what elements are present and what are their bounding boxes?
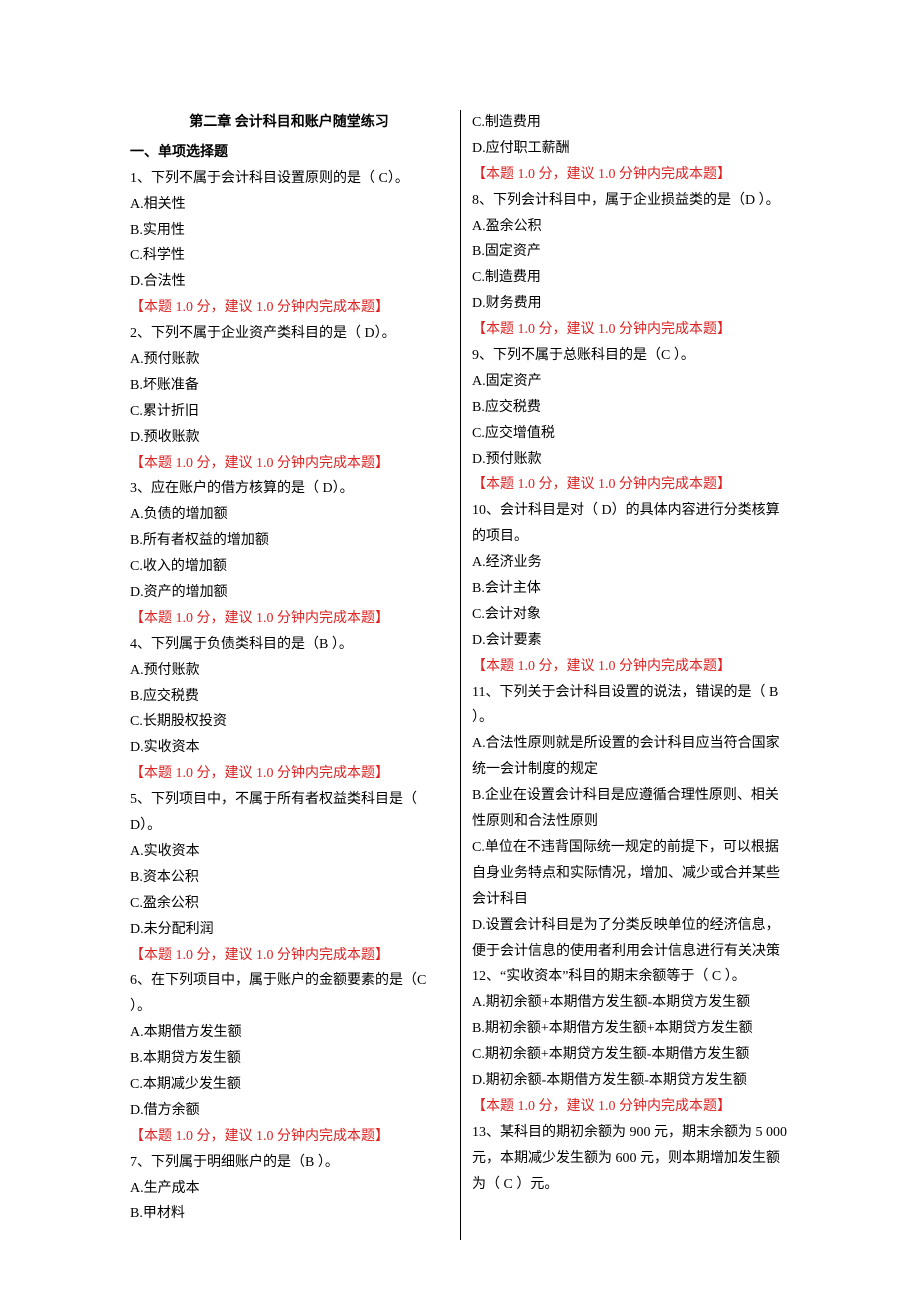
question-9-option-d: D.预付账款 <box>472 447 790 473</box>
question-8-option-b: B.固定资产 <box>472 239 790 265</box>
question-5-hint: 【本题 1.0 分，建议 1.0 分钟内完成本题】 <box>130 943 448 969</box>
question-6-option-b: B.本期贷方发生额 <box>130 1046 448 1072</box>
question-11-stem: 11、下列关于会计科目设置的说法，错误的是（ B ）。 <box>472 680 790 732</box>
question-11-option-d: D.设置会计科目是为了分类反映单位的经济信息，便于会计信息的使用者利用会计信息进… <box>472 913 790 965</box>
question-12-option-d: D.期初余额-本期借方发生额-本期贷方发生额 <box>472 1068 790 1094</box>
question-3-stem: 3、应在账户的借方核算的是（ D）。 <box>130 476 448 502</box>
question-6-option-c: C.本期减少发生额 <box>130 1072 448 1098</box>
question-2-option-a: A.预付账款 <box>130 347 448 373</box>
question-7-option-d: D.应付职工薪酬 <box>472 136 790 162</box>
question-5-option-c: C.盈余公积 <box>130 891 448 917</box>
question-1-option-c: C.科学性 <box>130 243 448 269</box>
question-4-stem: 4、下列属于负债类科目的是（B ）。 <box>130 632 448 658</box>
question-1-option-a: A.相关性 <box>130 192 448 218</box>
question-5-option-a: A.实收资本 <box>130 839 448 865</box>
question-9-option-c: C.应交增值税 <box>472 421 790 447</box>
question-12-stem: 12、“实收资本”科目的期末余额等于（ C ）。 <box>472 964 790 990</box>
question-11-option-a: A.合法性原则就是所设置的会计科目应当符合国家统一会计制度的规定 <box>472 731 790 783</box>
question-7-option-a: A.生产成本 <box>130 1176 448 1202</box>
question-4-option-a: A.预付账款 <box>130 658 448 684</box>
question-4-option-c: C.长期股权投资 <box>130 709 448 735</box>
question-5-option-b: B.资本公积 <box>130 865 448 891</box>
question-1-stem: 1、下列不属于会计科目设置原则的是（ C）。 <box>130 166 448 192</box>
question-7-option-b: B.甲材料 <box>130 1201 448 1227</box>
question-2-option-b: B.坏账准备 <box>130 373 448 399</box>
question-3-hint: 【本题 1.0 分，建议 1.0 分钟内完成本题】 <box>130 606 448 632</box>
question-5-stem: 5、下列项目中，不属于所有者权益类科目是（ D）。 <box>130 787 448 839</box>
question-3-option-b: B.所有者权益的增加额 <box>130 528 448 554</box>
question-10-option-a: A.经济业务 <box>472 550 790 576</box>
question-2-hint: 【本题 1.0 分，建议 1.0 分钟内完成本题】 <box>130 451 448 477</box>
question-9-option-a: A.固定资产 <box>472 369 790 395</box>
question-10-hint: 【本题 1.0 分，建议 1.0 分钟内完成本题】 <box>472 654 790 680</box>
page-content: 第二章 会计科目和账户随堂练习 一、单项选择题 1、下列不属于会计科目设置原则的… <box>130 110 790 1240</box>
question-9-hint: 【本题 1.0 分，建议 1.0 分钟内完成本题】 <box>472 472 790 498</box>
question-12-option-c: C.期初余额+本期贷方发生额-本期借方发生额 <box>472 1042 790 1068</box>
question-12-option-a: A.期初余额+本期借方发生额-本期贷方发生额 <box>472 990 790 1016</box>
question-12-option-b: B.期初余额+本期借方发生额+本期贷方发生额 <box>472 1016 790 1042</box>
question-13-stem: 13、某科目的期初余额为 900 元，期末余额为 5 000 元，本期减少发生额… <box>472 1120 790 1198</box>
question-7-hint: 【本题 1.0 分，建议 1.0 分钟内完成本题】 <box>472 162 790 188</box>
question-12-hint: 【本题 1.0 分，建议 1.0 分钟内完成本题】 <box>472 1094 790 1120</box>
question-7-stem: 7、下列属于明细账户的是（B ）。 <box>130 1150 448 1176</box>
question-1-hint: 【本题 1.0 分，建议 1.0 分钟内完成本题】 <box>130 295 448 321</box>
question-8-hint: 【本题 1.0 分，建议 1.0 分钟内完成本题】 <box>472 317 790 343</box>
question-2-option-c: C.累计折旧 <box>130 399 448 425</box>
question-2-option-d: D.预收账款 <box>130 425 448 451</box>
question-3-option-a: A.负债的增加额 <box>130 502 448 528</box>
question-11-option-c: C.单位在不违背国际统一规定的前提下，可以根据自身业务特点和实际情况，增加、减少… <box>472 835 790 913</box>
question-5-option-d: D.未分配利润 <box>130 917 448 943</box>
question-1-option-d: D.合法性 <box>130 269 448 295</box>
question-6-stem: 6、在下列项目中，属于账户的金额要素的是（C ）。 <box>130 968 448 1020</box>
question-8-option-a: A.盈余公积 <box>472 214 790 240</box>
section-heading: 一、单项选择题 <box>130 140 448 166</box>
question-11-option-b: B.企业在设置会计科目是应遵循合理性原则、相关性原则和合法性原则 <box>472 783 790 835</box>
question-8-stem: 8、下列会计科目中，属于企业损益类的是（D ）。 <box>472 188 790 214</box>
title-text: 第二章 会计科目和账户随堂练习 <box>189 115 389 130</box>
chapter-title: 第二章 会计科目和账户随堂练习 <box>130 110 448 136</box>
question-6-hint: 【本题 1.0 分，建议 1.0 分钟内完成本题】 <box>130 1124 448 1150</box>
question-10-stem: 10、会计科目是对（ D）的具体内容进行分类核算的项目。 <box>472 498 790 550</box>
section-heading-text: 一、单项选择题 <box>130 145 228 160</box>
question-3-option-c: C.收入的增加额 <box>130 554 448 580</box>
question-10-option-b: B.会计主体 <box>472 576 790 602</box>
question-1-option-b: B.实用性 <box>130 218 448 244</box>
question-3-option-d: D.资产的增加额 <box>130 580 448 606</box>
question-6-option-a: A.本期借方发生额 <box>130 1020 448 1046</box>
question-4-option-b: B.应交税费 <box>130 684 448 710</box>
question-10-option-c: C.会计对象 <box>472 602 790 628</box>
question-6-option-d: D.借方余额 <box>130 1098 448 1124</box>
question-8-option-d: D.财务费用 <box>472 291 790 317</box>
question-4-hint: 【本题 1.0 分，建议 1.0 分钟内完成本题】 <box>130 761 448 787</box>
question-9-stem: 9、下列不属于总账科目的是（C ）。 <box>472 343 790 369</box>
question-7-option-c: C.制造费用 <box>472 110 790 136</box>
question-9-option-b: B.应交税费 <box>472 395 790 421</box>
question-4-option-d: D.实收资本 <box>130 735 448 761</box>
question-10-option-d: D.会计要素 <box>472 628 790 654</box>
question-2-stem: 2、下列不属于企业资产类科目的是（ D）。 <box>130 321 448 347</box>
question-8-option-c: C.制造费用 <box>472 265 790 291</box>
